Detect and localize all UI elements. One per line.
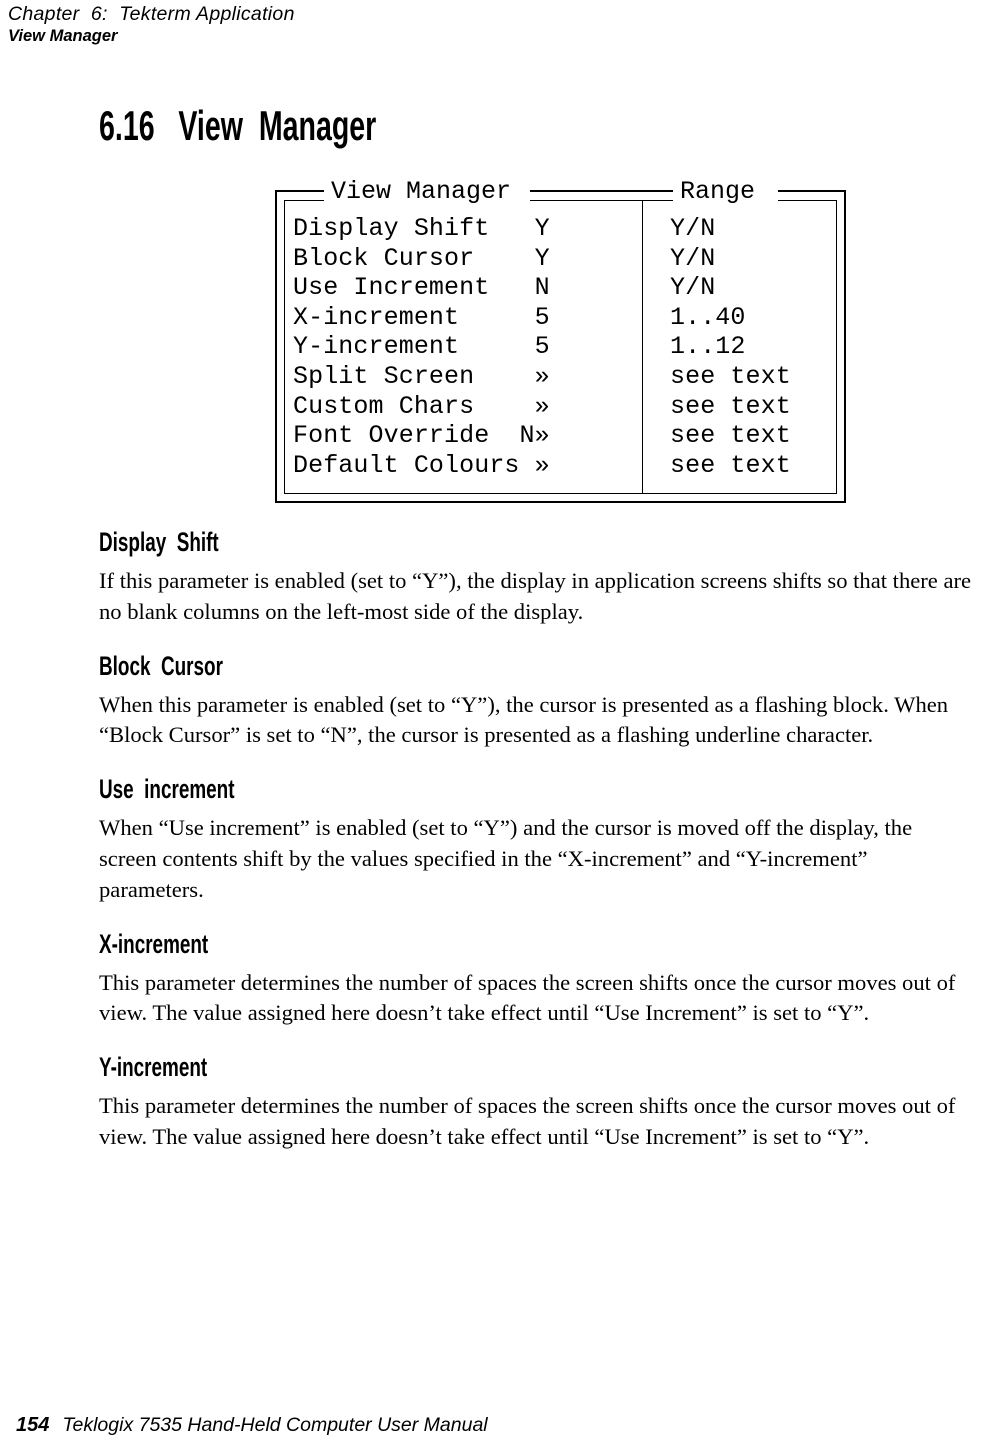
screen-title-range: Range xyxy=(675,178,761,206)
page-title: 6.16 View Manager xyxy=(99,102,377,149)
paragraph-block-cursor: When this parameter is enabled (set to “… xyxy=(99,691,949,748)
subheading-x-increment: X-increment xyxy=(99,928,209,959)
body-content: Display Shift If this parameter is enabl… xyxy=(99,527,975,1153)
section-x-increment: X-increment This parameter determines th… xyxy=(99,929,975,1030)
paragraph-y-increment: This parameter determines the number of … xyxy=(99,1093,956,1149)
screen-column-divider xyxy=(642,200,643,494)
subheading-display-shift: Display Shift xyxy=(99,527,219,557)
page-footer: 154 Teklogix 7535 Hand-Held Computer User… xyxy=(8,1396,488,1437)
screen-title-view-manager: View Manager xyxy=(326,178,517,206)
manual-title: Teklogix 7535 Hand-Held Computer User Ma… xyxy=(62,1414,488,1436)
screen-parameter-column[interactable]: Display Shift Y Block Cursor Y Use Incre… xyxy=(293,214,550,480)
header-section-text: View Manager xyxy=(8,27,118,45)
view-manager-screen-figure: View Manager Range Display Shift Y Block… xyxy=(266,178,846,510)
subheading-y-increment: Y-increment xyxy=(99,1052,208,1083)
paragraph-use-increment: When “Use increment” is enabled (set to … xyxy=(99,815,913,902)
section-block-cursor: Block Cursor When this parameter is enab… xyxy=(99,651,975,752)
section-y-increment: Y-increment This parameter determines th… xyxy=(99,1052,975,1153)
section-display-shift: Display Shift If this parameter is enabl… xyxy=(99,527,975,628)
running-header: Chapter 6: Tekterm Application View Mana… xyxy=(8,2,708,47)
page-number: 154 xyxy=(16,1414,50,1436)
subheading-block-cursor: Block Cursor xyxy=(99,650,223,681)
section-use-increment: Use increment When “Use increment” is en… xyxy=(99,774,975,905)
header-chapter-text: Chapter 6: Tekterm Application xyxy=(8,3,295,25)
paragraph-x-increment: This parameter determines the number of … xyxy=(99,969,956,1026)
subheading-use-increment: Use increment xyxy=(99,774,235,805)
paragraph-display-shift: If this parameter is enabled (set to “Y”… xyxy=(99,568,972,624)
screen-range-column: Y/N Y/N Y/N 1..40 1..12 see text see tex… xyxy=(670,214,791,480)
